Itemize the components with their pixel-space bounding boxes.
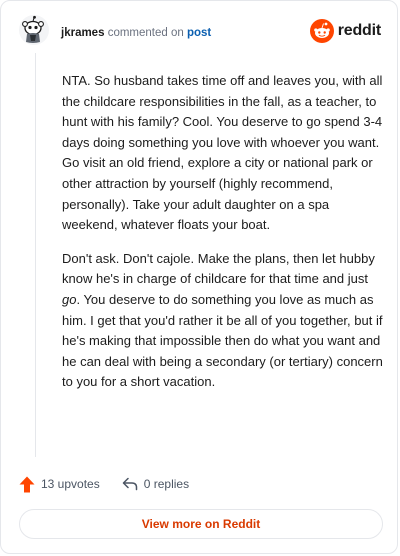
comment-footer: 13 upvotes 0 replies: [19, 473, 211, 495]
post-link[interactable]: post: [187, 27, 211, 39]
action-text: commented on: [107, 27, 184, 39]
comment-paragraph: NTA. So husband takes time off and leave…: [62, 73, 383, 233]
upvote-stat[interactable]: 13 upvotes: [19, 476, 100, 493]
reply-arrow-icon[interactable]: [122, 477, 138, 491]
brand-name: reddit: [337, 22, 381, 39]
snoo-avatar-icon[interactable]: [19, 15, 49, 45]
upvote-arrow-icon[interactable]: [19, 476, 35, 493]
reddit-logo-icon: [309, 19, 334, 43]
comment-emphasis: go: [62, 291, 77, 307]
reddit-brand[interactable]: reddit: [309, 19, 381, 43]
upvote-count: 13 upvotes: [41, 477, 100, 491]
comment-header: jkrames commented on post reddit: [19, 15, 383, 55]
reddit-comment-embed: jkrames commented on post reddit NTA. So…: [0, 0, 398, 554]
comment-byline: jkrames commented on post: [61, 26, 211, 40]
view-more-button[interactable]: View more on Reddit: [19, 509, 383, 539]
comment-text: . You deserve to do something you love a…: [62, 291, 383, 390]
author-name[interactable]: jkrames: [61, 27, 104, 39]
thread-line: [35, 53, 36, 457]
reply-stat[interactable]: 0 replies: [122, 477, 189, 491]
comment-text: Don't ask. Don't cajole. Make the plans,…: [62, 250, 375, 287]
comment-body: NTA. So husband takes time off and leave…: [62, 71, 388, 406]
reply-count: 0 replies: [143, 477, 190, 491]
comment-paragraph: Don't ask. Don't cajole. Make the plans,…: [62, 249, 388, 393]
